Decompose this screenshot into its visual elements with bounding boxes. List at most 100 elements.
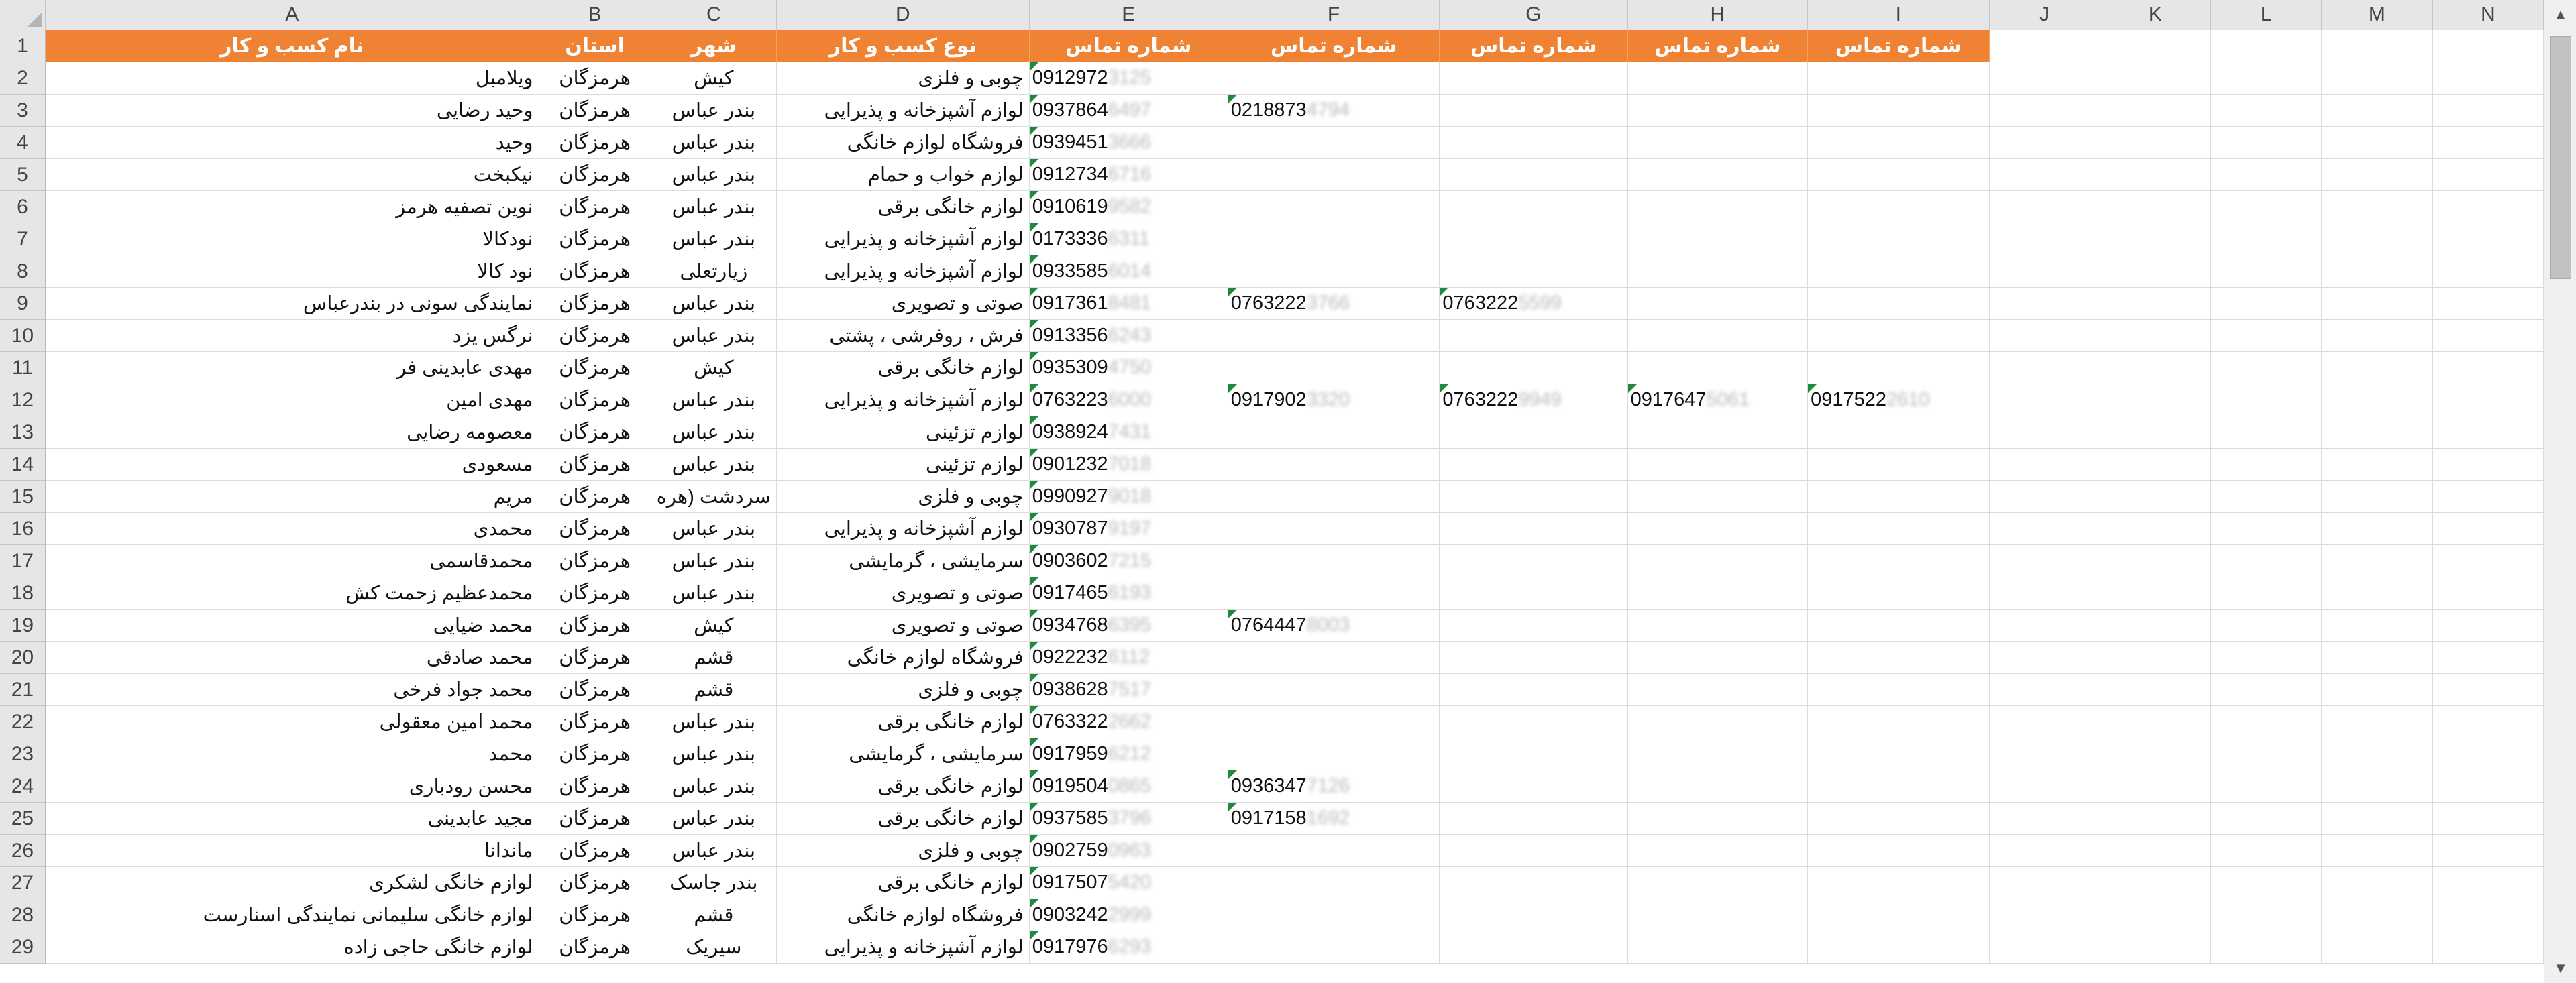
phone-cell[interactable] xyxy=(1627,931,1809,964)
province-cell[interactable]: هرمزگان xyxy=(539,287,651,320)
phone-cell[interactable] xyxy=(1228,738,1440,770)
phone-cell[interactable] xyxy=(1627,512,1809,545)
city-cell[interactable]: کیش xyxy=(651,351,777,384)
empty-cell[interactable] xyxy=(2210,738,2322,770)
empty-cell[interactable] xyxy=(1989,931,2100,964)
empty-cell[interactable] xyxy=(2321,673,2433,706)
row-header[interactable]: 2 xyxy=(0,62,46,95)
empty-cell[interactable] xyxy=(2100,641,2212,674)
city-cell[interactable]: بندر عباس xyxy=(651,738,777,770)
header-cell[interactable]: نام کسب و کار xyxy=(45,30,539,62)
phone-cell[interactable] xyxy=(1439,126,1628,159)
phone-cell[interactable]: 09032422999 xyxy=(1029,899,1228,931)
empty-cell[interactable] xyxy=(2432,319,2544,352)
phone-cell[interactable] xyxy=(1228,62,1440,95)
empty-cell[interactable] xyxy=(2321,384,2433,416)
phone-cell[interactable] xyxy=(1807,255,1990,288)
phone-cell[interactable] xyxy=(1439,94,1628,127)
empty-cell[interactable] xyxy=(2210,126,2322,159)
business-type-cell[interactable]: چوبی و فلزی xyxy=(776,480,1030,513)
empty-cell[interactable] xyxy=(2321,544,2433,577)
phone-cell[interactable]: 09174656193 xyxy=(1029,577,1228,610)
phone-cell[interactable] xyxy=(1439,158,1628,191)
city-cell[interactable]: بندر عباس xyxy=(651,512,777,545)
empty-cell[interactable] xyxy=(2100,899,2212,931)
name-cell[interactable]: محسن رودباری xyxy=(45,770,539,803)
business-type-cell[interactable]: سرمایشی ، گرمایشی xyxy=(776,738,1030,770)
phone-cell[interactable] xyxy=(1228,641,1440,674)
phone-cell[interactable] xyxy=(1439,62,1628,95)
empty-cell[interactable] xyxy=(2210,223,2322,255)
column-header-e[interactable]: E xyxy=(1029,0,1228,30)
phone-cell[interactable]: 09175075420 xyxy=(1029,866,1228,899)
column-header-a[interactable]: A xyxy=(45,0,539,30)
phone-cell[interactable] xyxy=(1627,126,1809,159)
empty-cell[interactable] xyxy=(2210,577,2322,610)
phone-cell[interactable] xyxy=(1228,512,1440,545)
empty-cell[interactable] xyxy=(1989,609,2100,642)
city-cell[interactable]: بندر عباس xyxy=(651,705,777,738)
empty-cell[interactable] xyxy=(2321,770,2433,803)
phone-cell[interactable] xyxy=(1627,802,1809,835)
phone-cell[interactable] xyxy=(1627,448,1809,481)
empty-cell[interactable] xyxy=(2100,62,2212,95)
phone-cell[interactable]: 01733366311 xyxy=(1029,223,1228,255)
empty-cell[interactable] xyxy=(2100,770,2212,803)
province-cell[interactable]: هرمزگان xyxy=(539,544,651,577)
empty-cell[interactable] xyxy=(2432,738,2544,770)
phone-cell[interactable]: 09909279018 xyxy=(1029,480,1228,513)
phone-cell[interactable]: 09179766293 xyxy=(1029,931,1228,964)
header-cell[interactable] xyxy=(2210,30,2322,62)
empty-cell[interactable] xyxy=(2100,287,2212,320)
empty-cell[interactable] xyxy=(2210,287,2322,320)
province-cell[interactable]: هرمزگان xyxy=(539,770,651,803)
phone-cell[interactable] xyxy=(1807,448,1990,481)
empty-cell[interactable] xyxy=(2321,94,2433,127)
name-cell[interactable]: وحید رضایی xyxy=(45,94,539,127)
phone-cell[interactable]: 09307879197 xyxy=(1029,512,1228,545)
empty-cell[interactable] xyxy=(2432,512,2544,545)
phone-cell[interactable] xyxy=(1439,834,1628,867)
empty-cell[interactable] xyxy=(2321,931,2433,964)
row-header[interactable]: 18 xyxy=(0,577,46,610)
business-type-cell[interactable]: لوازم خانگی برقی xyxy=(776,705,1030,738)
empty-cell[interactable] xyxy=(2210,62,2322,95)
row-header[interactable]: 16 xyxy=(0,512,46,545)
phone-cell[interactable] xyxy=(1627,319,1809,352)
empty-cell[interactable] xyxy=(2210,931,2322,964)
city-cell[interactable]: سیریک xyxy=(651,931,777,964)
province-cell[interactable]: هرمزگان xyxy=(539,609,651,642)
province-cell[interactable]: هرمزگان xyxy=(539,448,651,481)
city-cell[interactable]: قشم xyxy=(651,641,777,674)
phone-cell[interactable] xyxy=(1627,416,1809,449)
empty-cell[interactable] xyxy=(2432,705,2544,738)
row-header[interactable]: 22 xyxy=(0,705,46,738)
empty-cell[interactable] xyxy=(1989,319,2100,352)
empty-cell[interactable] xyxy=(2100,931,2212,964)
phone-cell[interactable] xyxy=(1627,255,1809,288)
row-header[interactable]: 5 xyxy=(0,158,46,191)
scroll-down-arrow-icon[interactable]: ▼ xyxy=(2544,953,2576,983)
province-cell[interactable]: هرمزگان xyxy=(539,834,651,867)
empty-cell[interactable] xyxy=(2321,223,2433,255)
phone-cell[interactable] xyxy=(1627,673,1809,706)
phone-cell[interactable] xyxy=(1627,866,1809,899)
name-cell[interactable]: محمدعظیم زحمت کش xyxy=(45,577,539,610)
phone-cell[interactable] xyxy=(1228,351,1440,384)
row-header[interactable]: 20 xyxy=(0,641,46,674)
row-header[interactable]: 25 xyxy=(0,802,46,835)
phone-cell[interactable] xyxy=(1228,931,1440,964)
province-cell[interactable]: هرمزگان xyxy=(539,480,651,513)
empty-cell[interactable] xyxy=(2100,577,2212,610)
empty-cell[interactable] xyxy=(2432,802,2544,835)
column-header-b[interactable]: B xyxy=(539,0,651,30)
empty-cell[interactable] xyxy=(1989,738,2100,770)
row-header[interactable]: 24 xyxy=(0,770,46,803)
phone-cell[interactable] xyxy=(1807,319,1990,352)
phone-cell[interactable]: 09347686395 xyxy=(1029,609,1228,642)
column-header-f[interactable]: F xyxy=(1228,0,1440,30)
empty-cell[interactable] xyxy=(2210,384,2322,416)
province-cell[interactable]: هرمزگان xyxy=(539,577,651,610)
province-cell[interactable]: هرمزگان xyxy=(539,94,651,127)
phone-cell[interactable]: 07644478003 xyxy=(1228,609,1440,642)
